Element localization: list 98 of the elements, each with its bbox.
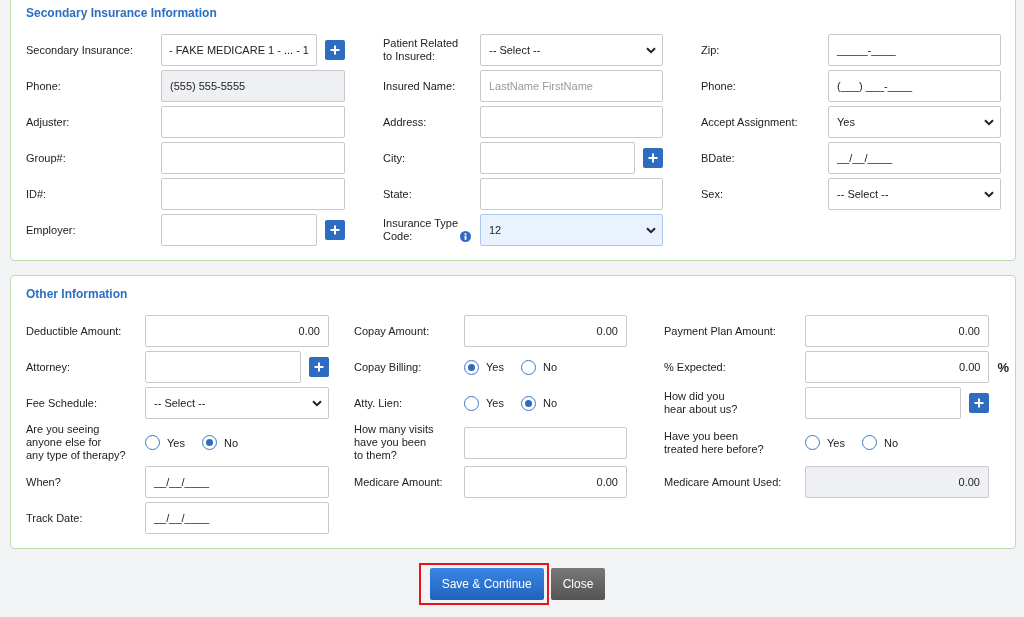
field-label: Insurance Type Code: [383,217,458,243]
section-title: Other Information [26,286,129,302]
radio-button[interactable] [464,395,479,411]
field-label: Accept Assignment: [701,115,799,129]
field-label: Insured Name: [383,79,457,93]
input-field[interactable]: __/__/____ [145,466,329,498]
field-label: Adjuster: [26,115,71,129]
input-field[interactable] [480,142,635,174]
radio-label[interactable]: Yes [486,397,504,409]
field-label: Atty. Lien: [354,396,404,410]
field-label: Group#: [26,151,67,165]
input-field[interactable]: 0.00 [805,466,989,498]
field-label: Employer: [26,223,77,237]
info-icon[interactable] [460,231,471,242]
percent-sign: % [997,359,1009,375]
input-field[interactable]: 0.00 [145,315,329,347]
field-label: How did you hear about us? [664,390,739,416]
add-button[interactable] [969,393,989,413]
plus-icon [974,398,984,408]
radio-button[interactable] [145,435,160,450]
radio-label[interactable]: No [224,436,239,449]
radio-label[interactable]: Yes [486,361,504,373]
chevron-icon [646,226,656,234]
radio-label[interactable]: No [543,361,558,373]
input-field[interactable]: 0.00 [464,315,627,347]
add-button[interactable] [643,148,663,168]
radio-label[interactable]: Yes [827,436,845,449]
field-label: Copay Amount: [354,324,431,338]
add-button[interactable] [309,357,329,377]
chevron-icon [646,46,656,54]
field-label: Zip: [701,43,721,57]
field-label: City: [383,151,406,165]
input-field[interactable]: (___) ___-____ [828,70,1001,102]
radio-button[interactable] [805,435,820,450]
plus-icon [330,45,340,55]
plus-icon [648,153,658,163]
input-field[interactable]: _____-____ [828,34,1001,66]
field-label: ID#: [26,187,48,201]
save-button[interactable]: Save & Continue [429,568,544,600]
input-field[interactable] [480,178,663,210]
input-field[interactable]: 0.00 [805,351,990,383]
radio-label[interactable]: No [543,397,558,409]
dropdown[interactable]: -- Select -- [480,34,663,66]
field-label: Copay Billing: [354,360,423,374]
input-field[interactable] [161,142,345,174]
field-label: Medicare Amount: [354,475,444,489]
field-label: Address: [383,115,428,129]
field-label: Sex: [701,187,724,201]
input-field[interactable] [480,106,663,138]
input-field[interactable] [145,351,301,383]
input-field[interactable]: 0.00 [805,315,989,347]
input-field[interactable]: - FAKE MEDICARE 1 - ... - 1 [161,34,317,66]
input-field[interactable] [161,214,317,246]
input-field[interactable]: __/__/____ [145,502,329,534]
field-label: How many visits have you been to them? [354,423,435,462]
field-label: Track Date: [26,511,84,525]
dropdown[interactable]: -- Select -- [828,178,1001,210]
input-field[interactable] [805,387,961,419]
plus-icon [330,225,340,235]
field-label: Phone: [26,79,62,93]
field-label: Payment Plan Amount: [664,324,777,338]
field-label: When? [26,475,62,489]
radio-button[interactable] [862,435,877,450]
chevron-icon [984,118,994,126]
chevron-icon [984,190,994,198]
field-label: Deductible Amount: [26,324,123,338]
plus-icon [314,362,324,372]
field-label: Fee Schedule: [26,396,98,410]
input-field[interactable]: (555) 555-5555 [161,70,345,102]
radio-button[interactable] [202,435,217,450]
dropdown[interactable]: 12 [480,214,663,246]
radio-button[interactable] [464,359,479,375]
field-label: % Expected: [664,360,727,374]
input-field[interactable] [464,426,627,459]
field-label: Secondary Insurance: [26,43,134,57]
field-label: Medicare Amount Used: [664,475,783,489]
input-field[interactable] [161,106,345,138]
dropdown[interactable]: Yes [828,106,1001,138]
field-label: BDate: [701,151,736,165]
add-button[interactable] [325,40,345,60]
radio-button[interactable] [521,395,536,411]
radio-label[interactable]: Yes [167,436,185,449]
field-label: Are you seeing anyone else for any type of therapy? [26,423,127,462]
input-field[interactable]: 0.00 [464,466,627,498]
section-title: Secondary Insurance Information [26,5,218,21]
input-field[interactable] [161,178,345,210]
chevron-icon [312,399,322,407]
field-label: Attorney: [26,360,72,374]
add-button[interactable] [325,220,345,240]
dropdown[interactable]: -- Select -- [145,387,329,419]
field-label: State: [383,187,413,201]
input-field[interactable]: __/__/____ [828,142,1001,174]
field-label: Phone: [701,79,737,93]
close-button[interactable]: Close [550,568,606,600]
radio-label[interactable]: No [884,436,899,449]
field-label: Have you been treated here before? [664,429,765,456]
radio-button[interactable] [521,359,536,375]
field-label: Patient Related to Insured: [383,37,460,63]
